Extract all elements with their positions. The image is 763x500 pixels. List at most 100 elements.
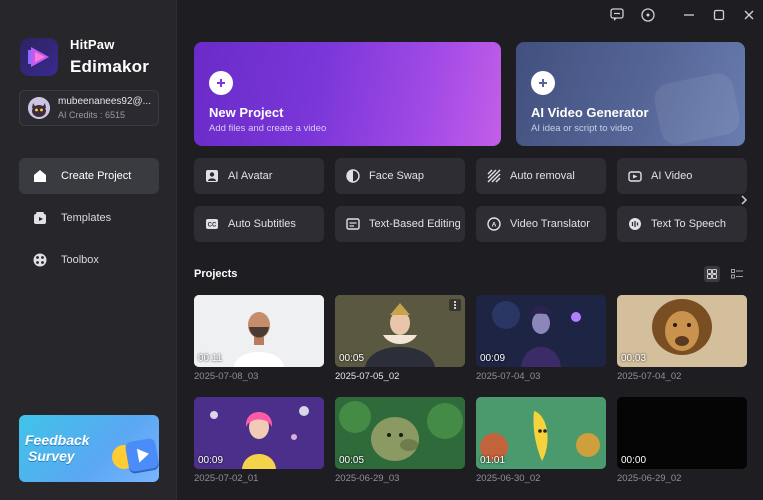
- ai-credits: AI Credits : 6515: [58, 109, 126, 120]
- project-card[interactable]: 00:05 2025-06-29_03: [335, 397, 465, 484]
- ai-video-icon: [628, 169, 642, 183]
- project-thumbnail[interactable]: 00:00: [617, 397, 747, 469]
- new-project-title: New Project: [209, 105, 284, 120]
- project-name: 2025-07-05_02: [335, 371, 400, 382]
- feature-text-based-editing-button[interactable]: Text-Based Editing: [335, 206, 465, 242]
- feedback-line2: Survey: [28, 448, 75, 464]
- duration-label: 00:05: [339, 455, 365, 466]
- chevron-right-icon[interactable]: [735, 190, 753, 210]
- project-card[interactable]: 00:00 2025-06-29_02: [617, 397, 747, 484]
- project-card[interactable]: 00:05 2025-07-05_02: [335, 295, 465, 382]
- project-thumbnail[interactable]: 00:11: [194, 295, 324, 367]
- feature-label: AI Video: [651, 170, 693, 182]
- toolbox-icon: [32, 252, 48, 268]
- svg-text:CC: CC: [208, 223, 217, 229]
- project-card[interactable]: 01:01 2025-06-30_02: [476, 397, 606, 484]
- new-project-subtitle: Add files and create a video: [209, 123, 327, 134]
- sidebar-item-create-project[interactable]: Create Project: [19, 158, 159, 194]
- sidebar-item-toolbox[interactable]: Toolbox: [19, 242, 159, 278]
- project-thumbnail[interactable]: 00:03: [617, 295, 747, 367]
- feature-ai-avatar-button[interactable]: AI Avatar: [194, 158, 324, 194]
- feature-label: Face Swap: [369, 170, 425, 182]
- feature-auto-removal-button[interactable]: Auto removal: [476, 158, 606, 194]
- project-card[interactable]: 00:09 2025-07-04_03: [476, 295, 606, 382]
- project-name: 2025-06-29_03: [335, 473, 400, 484]
- feature-face-swap-button[interactable]: Face Swap: [335, 158, 465, 194]
- duration-label: 00:00: [621, 455, 647, 466]
- project-thumbnail[interactable]: 00:05: [335, 295, 465, 367]
- sidebar-item-label: Toolbox: [61, 254, 99, 266]
- feature-label: Auto Subtitles: [228, 218, 296, 230]
- plus-icon: [209, 71, 233, 95]
- avatar: [28, 97, 50, 119]
- duration-label: 00:11: [198, 353, 223, 364]
- project-card[interactable]: 00:03 2025-07-04_02: [617, 295, 747, 382]
- project-name: 2025-07-04_02: [617, 371, 682, 382]
- app-logo-icon: [20, 38, 58, 77]
- feature-label: Text-Based Editing: [369, 218, 461, 230]
- sidebar-item-label: Templates: [61, 212, 112, 224]
- project-card[interactable]: 00:09 2025-07-02_01: [194, 397, 324, 484]
- close-icon[interactable]: [740, 6, 758, 24]
- feature-label: Text To Speech: [651, 218, 727, 230]
- feature-label: Video Translator: [510, 218, 590, 230]
- avatar-icon: [205, 169, 219, 183]
- grid-view-icon[interactable]: [704, 266, 720, 282]
- project-name: 2025-06-30_02: [476, 473, 541, 484]
- feature-label: AI Avatar: [228, 170, 273, 182]
- project-thumbnail[interactable]: 00:09: [194, 397, 324, 469]
- duration-label: 00:09: [198, 455, 224, 466]
- title-bar: [177, 0, 763, 30]
- app-window: HitPaw Edimakor mubeenanees92@... AI Cre…: [0, 0, 763, 500]
- minimize-icon[interactable]: [680, 6, 698, 24]
- ai-video-generator-title: AI Video Generator: [531, 105, 649, 120]
- svg-text:A: A: [492, 222, 497, 229]
- feedback-survey-banner[interactable]: Feedback Survey: [19, 415, 159, 482]
- ai-video-generator-subtitle: AI idea or script to video: [531, 123, 633, 134]
- sidebar-nav: Create Project Templates Toolbox: [19, 158, 159, 284]
- project-thumbnail[interactable]: 00:05: [335, 397, 465, 469]
- ai-video-generator-card[interactable]: AI Video Generator AI idea or script to …: [516, 42, 745, 146]
- feature-label: Auto removal: [510, 170, 575, 182]
- play-icon: [124, 437, 159, 473]
- plus-icon: [531, 71, 555, 95]
- projects-heading: Projects: [194, 268, 238, 280]
- new-project-card[interactable]: New Project Add files and create a video: [194, 42, 501, 146]
- sidebar: HitPaw Edimakor mubeenanees92@... AI Cre…: [0, 0, 177, 500]
- feature-text-to-speech-button[interactable]: Text To Speech: [617, 206, 747, 242]
- account-card[interactable]: mubeenanees92@... AI Credits : 6515: [19, 90, 159, 126]
- account-email: mubeenanees92@...: [58, 95, 151, 107]
- feature-auto-subtitles-button[interactable]: CC Auto Subtitles: [194, 206, 324, 242]
- project-name: 2025-07-08_03: [194, 371, 259, 382]
- project-name: 2025-06-29_02: [617, 473, 682, 484]
- duration-label: 00:05: [339, 353, 365, 364]
- templates-icon: [32, 210, 48, 226]
- feature-ai-video-button[interactable]: AI Video: [617, 158, 747, 194]
- feedback-line1: Feedback: [25, 432, 90, 448]
- maximize-icon[interactable]: [710, 6, 728, 24]
- info-icon[interactable]: [639, 6, 657, 24]
- project-thumbnail[interactable]: 00:09: [476, 295, 606, 367]
- list-view-icon[interactable]: [729, 266, 745, 282]
- more-options-icon[interactable]: [449, 299, 461, 311]
- project-card[interactable]: 00:11 2025-07-08_03: [194, 295, 324, 382]
- project-name: 2025-07-04_03: [476, 371, 541, 382]
- text-to-speech-icon: [628, 217, 642, 231]
- brand-name: HitPaw: [70, 37, 115, 52]
- brand-product: Edimakor: [70, 57, 150, 77]
- translator-icon: A: [487, 217, 501, 231]
- feedback-icon[interactable]: [608, 6, 626, 24]
- text-editing-icon: [346, 217, 360, 231]
- sidebar-item-label: Create Project: [61, 170, 132, 182]
- duration-label: 00:03: [621, 353, 647, 364]
- play-shape-decoration: [651, 70, 743, 146]
- duration-label: 01:01: [480, 455, 506, 466]
- duration-label: 00:09: [480, 353, 506, 364]
- sidebar-item-templates[interactable]: Templates: [19, 200, 159, 236]
- face-swap-icon: [346, 169, 360, 183]
- brand: HitPaw Edimakor: [20, 37, 150, 77]
- project-thumbnail[interactable]: 01:01: [476, 397, 606, 469]
- auto-removal-icon: [487, 169, 501, 183]
- subtitles-icon: CC: [205, 217, 219, 231]
- feature-video-translator-button[interactable]: A Video Translator: [476, 206, 606, 242]
